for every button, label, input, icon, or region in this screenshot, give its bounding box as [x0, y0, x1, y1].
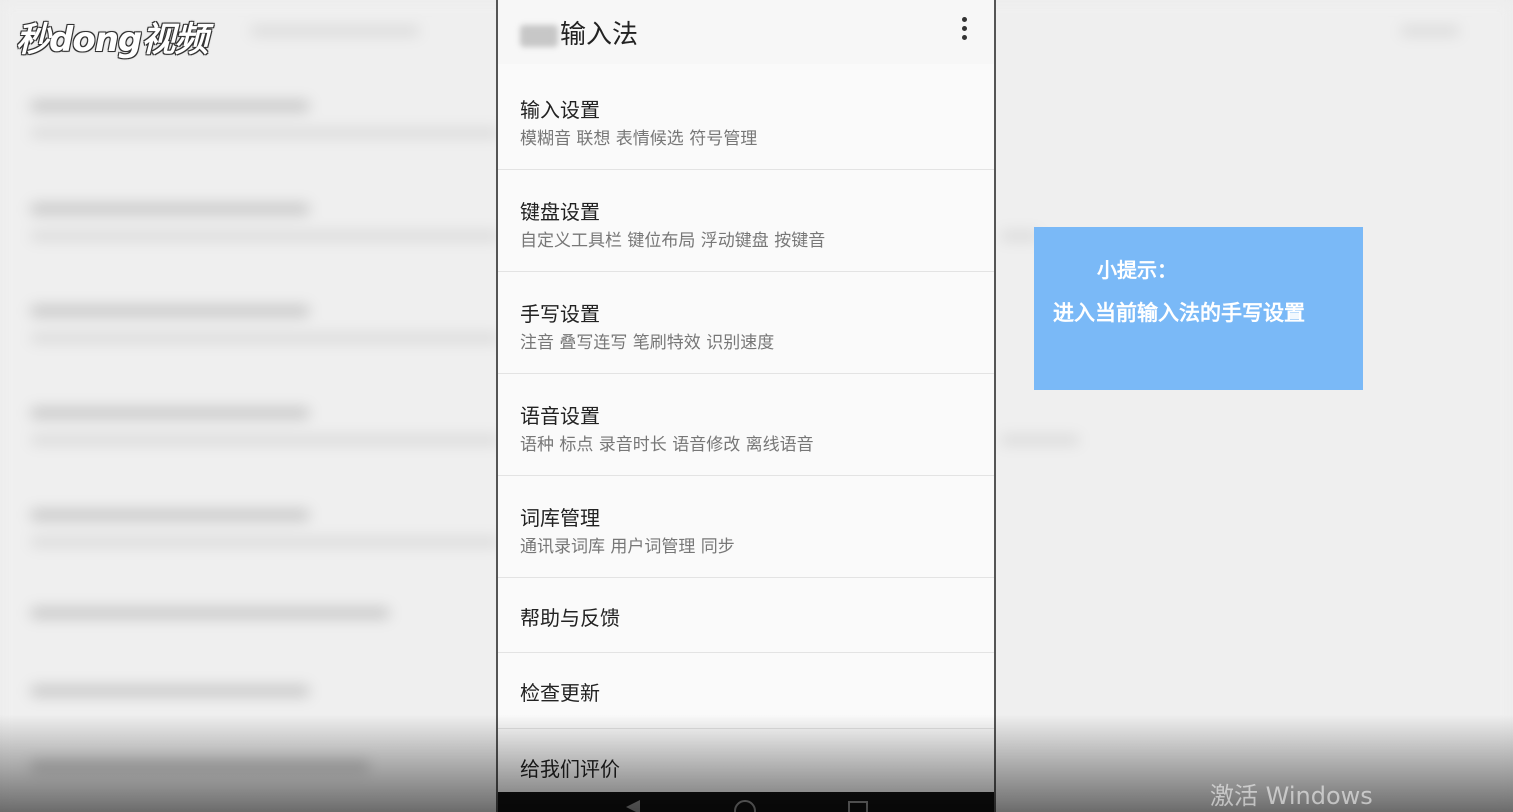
menu-item-title: 检查更新: [520, 681, 600, 705]
tip-title: 小提示：: [1097, 258, 1177, 282]
windows-activation-watermark: 激活 Windows: [1210, 782, 1373, 810]
tip-box: 小提示： 进入当前输入法的手写设置: [1034, 227, 1363, 390]
logo: 秒dong视频: [16, 20, 208, 60]
menu-item-title: 手写设置: [520, 302, 600, 326]
navigation-bar: [498, 792, 994, 812]
menu-item-subtitle: 自定义工具栏 键位布局 浮动键盘 按键音: [520, 231, 826, 251]
more-vert-icon[interactable]: [960, 17, 968, 43]
menu-item-subtitle: 注音 叠写连写 笔刷特效 识别速度: [520, 333, 775, 353]
menu-item-help-feedback[interactable]: 帮助与反馈: [498, 578, 994, 653]
menu-item-title: 词库管理: [520, 506, 600, 530]
menu-item-rate-us[interactable]: 给我们评价: [498, 729, 994, 792]
app-title-text: 输入法: [560, 20, 639, 50]
menu-item-voice-settings[interactable]: 语音设置 语种 标点 录音时长 语音修改 离线语音: [498, 374, 994, 476]
tip-text: 进入当前输入法的手写设置: [1053, 301, 1305, 325]
menu-item-keyboard-settings[interactable]: 键盘设置 自定义工具栏 键位布局 浮动键盘 按键音: [498, 170, 994, 272]
menu-item-subtitle: 通讯录词库 用户词管理 同步: [520, 537, 735, 557]
menu-item-dictionary-management[interactable]: 词库管理 通讯录词库 用户词管理 同步: [498, 476, 994, 578]
menu-item-title: 输入设置: [520, 98, 600, 122]
menu-item-title: 给我们评价: [520, 757, 620, 781]
menu-item-title: 语音设置: [520, 404, 600, 428]
menu-item-title: 帮助与反馈: [520, 606, 620, 630]
menu-item-subtitle: 模糊音 联想 表情候选 符号管理: [520, 129, 758, 149]
home-icon[interactable]: [734, 800, 756, 812]
menu-item-handwriting-settings[interactable]: 手写设置 注音 叠写连写 笔刷特效 识别速度: [498, 272, 994, 374]
menu-item-input-settings[interactable]: 输入设置 模糊音 联想 表情候选 符号管理: [498, 64, 994, 170]
app-title: 输入法: [520, 14, 638, 51]
blurred-logo-icon: [520, 24, 558, 47]
back-icon[interactable]: [626, 800, 640, 812]
app-bar: 输入法: [498, 0, 994, 64]
menu-item-subtitle: 语种 标点 录音时长 语音修改 离线语音: [520, 435, 814, 455]
menu-item-check-update[interactable]: 检查更新: [498, 653, 994, 729]
recent-apps-icon[interactable]: [848, 801, 868, 812]
phone-screen: 输入法 输入设置 模糊音 联想 表情候选 符号管理 键盘设置 自定义工具栏 键位…: [496, 0, 996, 812]
menu-item-title: 键盘设置: [520, 200, 600, 224]
